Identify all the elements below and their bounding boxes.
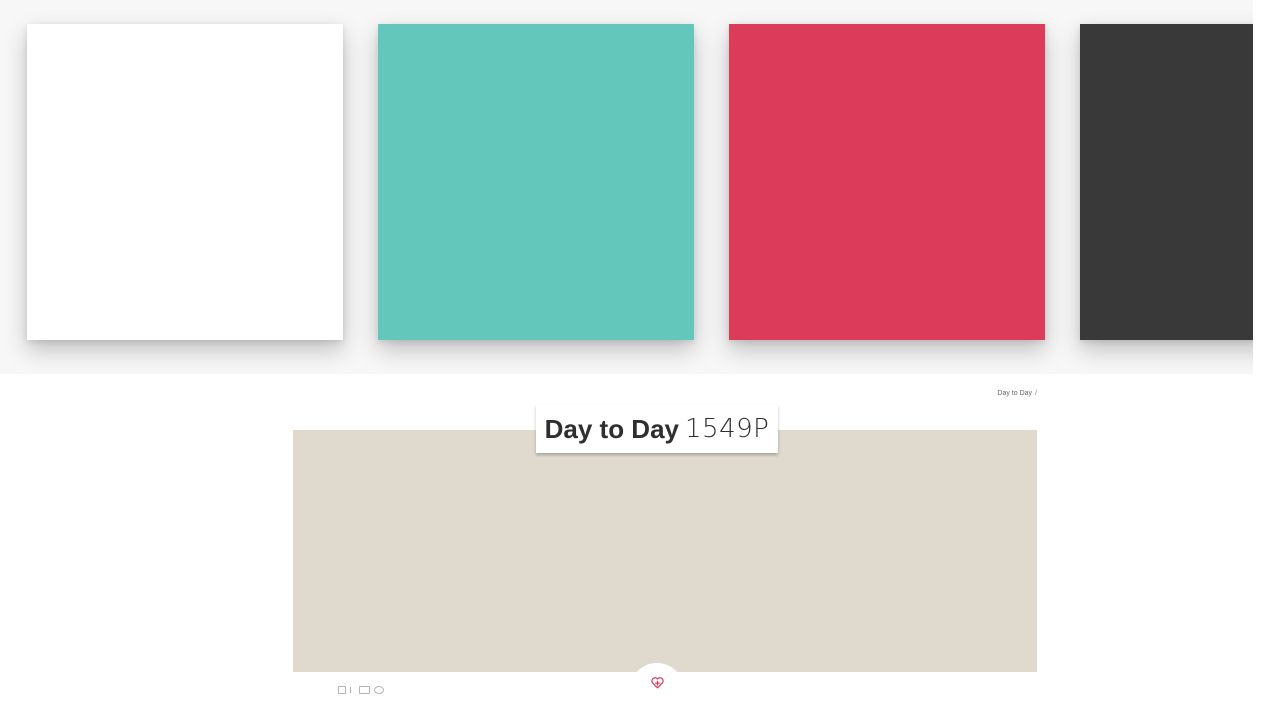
breadcrumb-separator: / xyxy=(1035,390,1037,397)
color-panel xyxy=(293,430,1037,672)
link-icon[interactable] xyxy=(350,687,355,693)
share-actions xyxy=(338,686,384,694)
share-icon[interactable] xyxy=(338,686,346,694)
color-title-card: Day to Day 1549P xyxy=(536,405,778,453)
swatch-charcoal[interactable] xyxy=(1080,24,1253,340)
favorite-button[interactable] xyxy=(630,663,684,717)
swatch-white[interactable] xyxy=(27,24,343,340)
color-code: 1549P xyxy=(685,414,770,444)
breadcrumb-item[interactable]: Day to Day xyxy=(997,390,1032,397)
breadcrumb: Day to Day / xyxy=(997,390,1037,397)
page: Day to Day / Day to Day 1549P xyxy=(0,0,1280,720)
swatch-strip xyxy=(0,0,1253,374)
swatch-teal[interactable] xyxy=(378,24,694,340)
heart-plus-icon xyxy=(650,677,664,689)
color-name: Day to Day xyxy=(544,413,680,444)
swatch-red[interactable] xyxy=(729,24,1045,340)
pinterest-icon[interactable] xyxy=(374,686,384,694)
mail-icon[interactable] xyxy=(359,686,370,694)
